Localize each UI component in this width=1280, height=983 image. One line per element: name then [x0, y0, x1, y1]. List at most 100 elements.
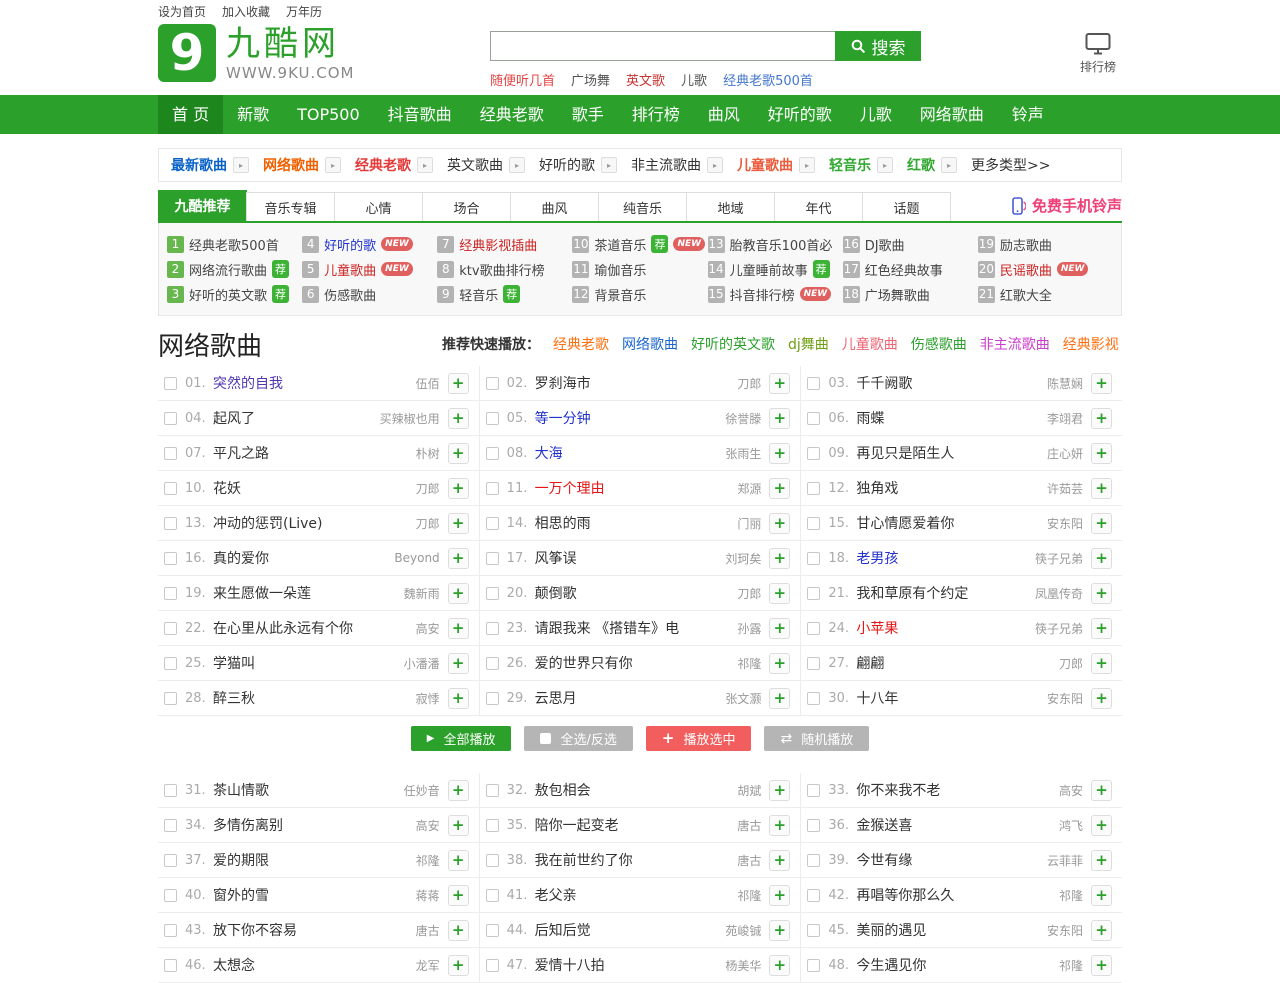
- expand-arrow-icon[interactable]: ▸: [325, 157, 341, 173]
- song-artist-link[interactable]: 祁隆: [731, 655, 761, 672]
- add-to-playlist-button[interactable]: +: [769, 780, 790, 801]
- song-checkbox[interactable]: [486, 657, 499, 670]
- add-to-playlist-button[interactable]: +: [769, 443, 790, 464]
- song-checkbox[interactable]: [807, 854, 820, 867]
- song-title-link[interactable]: 美丽的遇见: [856, 920, 926, 940]
- add-to-playlist-button[interactable]: +: [448, 653, 469, 674]
- hot-link[interactable]: 英文歌: [626, 70, 665, 89]
- song-artist-link[interactable]: 高安: [410, 620, 440, 637]
- song-checkbox[interactable]: [486, 924, 499, 937]
- song-checkbox[interactable]: [807, 889, 820, 902]
- expand-arrow-icon[interactable]: ▸: [233, 157, 249, 173]
- song-title-link[interactable]: 云思月: [535, 688, 577, 708]
- add-to-playlist-button[interactable]: +: [769, 548, 790, 569]
- song-checkbox[interactable]: [164, 412, 177, 425]
- tab[interactable]: 地域: [686, 192, 775, 221]
- category-link[interactable]: 瑜伽音乐: [594, 260, 646, 279]
- song-title-link[interactable]: 独角戏: [856, 478, 898, 498]
- song-checkbox[interactable]: [164, 819, 177, 832]
- song-checkbox[interactable]: [486, 517, 499, 530]
- nav-item[interactable]: 抖音歌曲: [374, 95, 466, 134]
- song-checkbox[interactable]: [486, 819, 499, 832]
- subnav-link[interactable]: 非主流歌曲: [631, 155, 701, 175]
- song-artist-link[interactable]: 胡斌: [731, 782, 761, 799]
- add-to-playlist-button[interactable]: +: [1091, 478, 1112, 499]
- add-to-playlist-button[interactable]: +: [1091, 653, 1112, 674]
- expand-arrow-icon[interactable]: ▸: [799, 157, 815, 173]
- song-checkbox[interactable]: [486, 412, 499, 425]
- nav-item[interactable]: 经典老歌: [466, 95, 558, 134]
- song-artist-link[interactable]: 高安: [1053, 782, 1083, 799]
- song-title-link[interactable]: 老父亲: [535, 885, 577, 905]
- add-to-playlist-button[interactable]: +: [1091, 408, 1112, 429]
- category-link[interactable]: 经典影视插曲: [459, 235, 537, 254]
- song-artist-link[interactable]: 杨美华: [719, 957, 761, 974]
- song-artist-link[interactable]: 安东阳: [1041, 922, 1083, 939]
- category-link[interactable]: DJ歌曲: [865, 235, 905, 254]
- tab[interactable]: 话题: [862, 192, 951, 221]
- hot-link[interactable]: 广场舞: [571, 70, 610, 89]
- subnav-link[interactable]: 网络歌曲: [263, 155, 319, 175]
- add-to-playlist-button[interactable]: +: [448, 618, 469, 639]
- expand-arrow-icon[interactable]: ▸: [941, 157, 957, 173]
- song-artist-link[interactable]: 刀郎: [410, 480, 440, 497]
- tab[interactable]: 纯音乐: [598, 192, 687, 221]
- song-artist-link[interactable]: 魏新雨: [398, 585, 440, 602]
- song-artist-link[interactable]: 陈慧娴: [1041, 375, 1083, 392]
- song-title-link[interactable]: 再唱等你那么久: [856, 885, 954, 905]
- song-checkbox[interactable]: [807, 552, 820, 565]
- add-to-playlist-button[interactable]: +: [1091, 920, 1112, 941]
- add-to-playlist-button[interactable]: +: [448, 850, 469, 871]
- add-to-playlist-button[interactable]: +: [448, 513, 469, 534]
- song-title-link[interactable]: 窗外的雪: [213, 885, 269, 905]
- song-artist-link[interactable]: 伍佰: [410, 375, 440, 392]
- add-to-playlist-button[interactable]: +: [1091, 583, 1112, 604]
- song-checkbox[interactable]: [807, 819, 820, 832]
- song-title-link[interactable]: 小苹果: [856, 618, 898, 638]
- song-artist-link[interactable]: 张雨生: [719, 445, 761, 462]
- song-title-link[interactable]: 等一分钟: [535, 408, 591, 428]
- song-artist-link[interactable]: 安东阳: [1041, 515, 1083, 532]
- song-artist-link[interactable]: 鸿飞: [1053, 817, 1083, 834]
- nav-item[interactable]: TOP500: [283, 95, 374, 134]
- song-checkbox[interactable]: [807, 447, 820, 460]
- add-to-playlist-button[interactable]: +: [769, 653, 790, 674]
- nav-item[interactable]: 排行榜: [618, 95, 694, 134]
- add-to-playlist-button[interactable]: +: [448, 583, 469, 604]
- song-artist-link[interactable]: 许茹芸: [1041, 480, 1083, 497]
- song-checkbox[interactable]: [486, 959, 499, 972]
- song-artist-link[interactable]: 祁隆: [1053, 887, 1083, 904]
- nav-item[interactable]: 首 页: [158, 95, 223, 134]
- song-checkbox[interactable]: [164, 854, 177, 867]
- category-link[interactable]: 好听的歌: [324, 235, 376, 254]
- song-checkbox[interactable]: [164, 482, 177, 495]
- song-checkbox[interactable]: [486, 552, 499, 565]
- add-to-playlist-button[interactable]: +: [448, 885, 469, 906]
- hot-link[interactable]: 随便听几首: [490, 70, 555, 89]
- song-title-link[interactable]: 茶山情歌: [213, 780, 269, 800]
- song-checkbox[interactable]: [807, 692, 820, 705]
- category-link[interactable]: 抖音排行榜: [730, 285, 795, 304]
- song-checkbox[interactable]: [164, 889, 177, 902]
- category-link[interactable]: 民谣歌曲: [1000, 260, 1052, 279]
- song-title-link[interactable]: 罗刹海市: [535, 373, 591, 393]
- song-checkbox[interactable]: [164, 692, 177, 705]
- song-title-link[interactable]: 突然的自我: [213, 373, 283, 393]
- subnav-link[interactable]: 儿童歌曲: [737, 155, 793, 175]
- add-to-playlist-button[interactable]: +: [448, 688, 469, 709]
- song-title-link[interactable]: 陪你一起变老: [535, 815, 619, 835]
- song-checkbox[interactable]: [807, 924, 820, 937]
- song-checkbox[interactable]: [164, 552, 177, 565]
- song-title-link[interactable]: 翩翩: [856, 653, 884, 673]
- subnav-link[interactable]: 最新歌曲: [171, 155, 227, 175]
- song-title-link[interactable]: 今生遇见你: [856, 955, 926, 975]
- quick-play-link[interactable]: 非主流歌曲: [980, 334, 1050, 354]
- song-title-link[interactable]: 十八年: [856, 688, 898, 708]
- song-artist-link[interactable]: 唐古: [731, 817, 761, 834]
- song-checkbox[interactable]: [807, 587, 820, 600]
- song-title-link[interactable]: 花妖: [213, 478, 241, 498]
- song-checkbox[interactable]: [807, 482, 820, 495]
- category-link[interactable]: ktv歌曲排行榜: [459, 260, 544, 279]
- song-title-link[interactable]: 请跟我来 《搭错车》电: [535, 618, 679, 638]
- song-title-link[interactable]: 千千阙歌: [856, 373, 912, 393]
